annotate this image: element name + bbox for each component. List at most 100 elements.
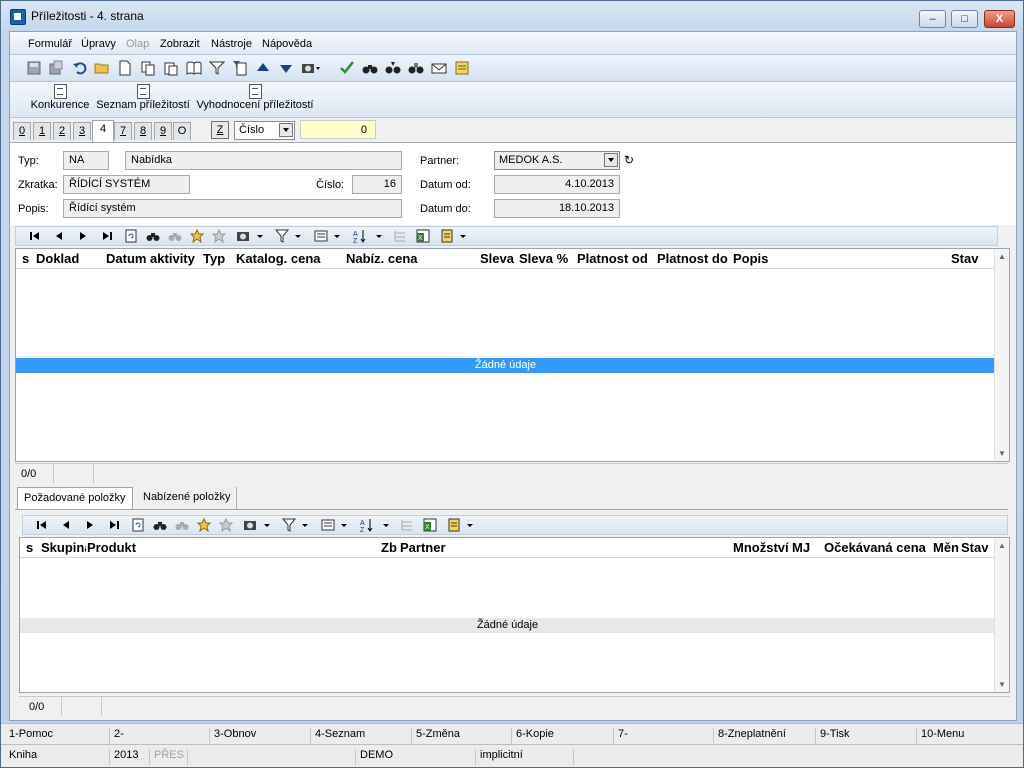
menu-upravy[interactable]: Úpravy <box>81 38 116 50</box>
scroll-up-icon[interactable]: ▲ <box>998 541 1006 550</box>
col-katalog-cena[interactable]: Katalog. cena <box>236 251 321 266</box>
sort-field-select[interactable]: Číslo <box>234 121 295 140</box>
datum-od-field[interactable]: 4.10.2013 <box>494 175 620 194</box>
f9-tisk[interactable]: 9-Tisk <box>815 728 850 744</box>
cislo-field[interactable]: 16 <box>352 175 402 194</box>
copy-icon[interactable] <box>140 60 156 76</box>
f1-pomoc[interactable]: 1-Pomoc <box>5 728 53 744</box>
last-record-icon[interactable] <box>100 229 114 243</box>
tab-3[interactable]: 3 <box>73 122 91 140</box>
f5-zmena[interactable]: 5-Změna <box>411 728 460 744</box>
col-zb[interactable]: Zb <box>381 540 397 555</box>
col-sleva-pct[interactable]: Sleva % <box>519 251 568 266</box>
sort-value-input[interactable]: 0 <box>300 120 376 139</box>
binoculars-icon[interactable] <box>362 60 378 76</box>
menu-napoveda[interactable]: Nápověda <box>262 38 312 50</box>
empty-row[interactable]: Žádné údaje <box>20 618 995 633</box>
check-refresh-icon[interactable] <box>339 60 355 76</box>
menu-formular[interactable]: Formulář <box>28 38 72 50</box>
undo-icon[interactable] <box>72 60 88 76</box>
partner-select[interactable]: MEDOK A.S. <box>494 151 620 170</box>
col-platnost-od[interactable]: Platnost od <box>577 251 648 266</box>
sort-az-icon[interactable]: AZ <box>359 518 395 532</box>
requested-items-grid[interactable]: s Skupina Produkt Zb Partner Množství MJ… <box>19 537 1010 693</box>
move-down-icon[interactable] <box>278 60 294 76</box>
f3-obnov[interactable]: 3-Obnov <box>209 728 256 744</box>
save-icon[interactable] <box>26 60 42 76</box>
menu-nastroje[interactable]: Nástroje <box>211 38 252 50</box>
col-s[interactable]: s <box>26 540 33 555</box>
report-icon[interactable] <box>447 518 477 532</box>
excel-export-icon[interactable]: X <box>423 518 437 532</box>
col-typ[interactable]: Typ <box>203 251 225 266</box>
vyhodnoceni-prilezitosti-button[interactable]: Vyhodnocení příležitostí <box>196 84 314 116</box>
col-datum-aktivity[interactable]: Datum aktivity <box>106 251 195 266</box>
popis-field[interactable]: Řídící systém <box>63 199 402 218</box>
f4-seznam[interactable]: 4-Seznam <box>310 728 365 744</box>
camera-icon[interactable] <box>236 229 266 243</box>
col-mj[interactable]: MJ <box>792 540 810 555</box>
requested-items-scrollbar[interactable]: ▲ ▼ <box>994 538 1009 692</box>
f7[interactable]: 7- <box>613 728 628 744</box>
tree-disabled-icon[interactable] <box>400 518 414 532</box>
col-men[interactable]: Měn <box>933 540 959 555</box>
f10-menu[interactable]: 10-Menu <box>916 728 964 744</box>
binoculars-icon[interactable] <box>146 229 160 243</box>
edit-columns-icon[interactable] <box>314 229 344 243</box>
col-produkt[interactable]: Produkt <box>87 540 136 555</box>
tab-9[interactable]: 9 <box>154 122 172 140</box>
tab-8[interactable]: 8 <box>134 122 152 140</box>
add-star-icon[interactable] <box>197 518 211 532</box>
minimize-button[interactable]: – <box>919 10 946 28</box>
report-icon[interactable] <box>440 229 470 243</box>
filter-icon[interactable] <box>275 229 305 243</box>
find-next-disabled-icon[interactable] <box>168 229 182 243</box>
prev-record-icon[interactable] <box>52 229 66 243</box>
tab-7[interactable]: 7 <box>114 122 132 140</box>
first-record-icon[interactable] <box>28 229 42 243</box>
notes-icon[interactable] <box>454 60 470 76</box>
col-stav[interactable]: Stav <box>951 251 978 266</box>
col-stav[interactable]: Stav <box>961 540 988 555</box>
scroll-down-icon[interactable]: ▼ <box>998 680 1006 689</box>
f8-zneplatneni[interactable]: 8-Zneplatnění <box>713 728 786 744</box>
items-grid-scrollbar[interactable]: ▲ ▼ <box>994 249 1009 461</box>
maximize-button[interactable]: □ <box>951 10 978 28</box>
move-up-icon[interactable] <box>255 60 271 76</box>
scroll-up-icon[interactable]: ▲ <box>998 252 1006 261</box>
zkratka-field[interactable]: ŘÍDÍCÍ SYSTÉM <box>63 175 190 194</box>
remove-disabled-icon[interactable] <box>212 229 226 243</box>
last-record-icon[interactable] <box>107 518 121 532</box>
add-star-icon[interactable] <box>190 229 204 243</box>
filter-icon[interactable] <box>209 60 225 76</box>
f2[interactable]: 2- <box>109 728 124 744</box>
paste-icon[interactable] <box>163 60 179 76</box>
items-grid[interactable]: s Doklad Datum aktivity Typ Katalog. cen… <box>15 248 1010 462</box>
typ-name-field[interactable]: Nabídka <box>125 151 402 170</box>
next-record-icon[interactable] <box>76 229 90 243</box>
binoculars-icon[interactable] <box>153 518 167 532</box>
find-next-icon[interactable] <box>385 60 401 76</box>
title-bar[interactable]: Příležitosti - 4. strana – □ X <box>1 1 1023 31</box>
first-record-icon[interactable] <box>35 518 49 532</box>
chevron-down-icon[interactable] <box>604 153 618 167</box>
find-next-disabled-icon[interactable] <box>175 518 189 532</box>
tab-2[interactable]: 2 <box>53 122 71 140</box>
filter-document-icon[interactable] <box>232 60 248 76</box>
tab-4[interactable]: 4 <box>92 120 114 142</box>
filter-icon[interactable] <box>282 518 312 532</box>
chevron-down-icon[interactable] <box>279 123 293 137</box>
col-nabiz-cena[interactable]: Nabíz. cena <box>346 251 418 266</box>
tree-disabled-icon[interactable] <box>393 229 407 243</box>
open-folder-icon[interactable] <box>94 60 110 76</box>
excel-export-icon[interactable]: X <box>416 229 430 243</box>
tab-o[interactable]: O <box>173 122 191 140</box>
mail-icon[interactable] <box>431 60 447 76</box>
col-doklad[interactable]: Doklad <box>36 251 79 266</box>
refresh-document-icon[interactable] <box>131 518 145 532</box>
refresh-document-icon[interactable] <box>124 229 138 243</box>
col-platnost-do[interactable]: Platnost do <box>657 251 728 266</box>
menu-olap[interactable]: Olap <box>126 38 149 50</box>
close-button[interactable]: X <box>984 10 1015 28</box>
prev-record-icon[interactable] <box>59 518 73 532</box>
